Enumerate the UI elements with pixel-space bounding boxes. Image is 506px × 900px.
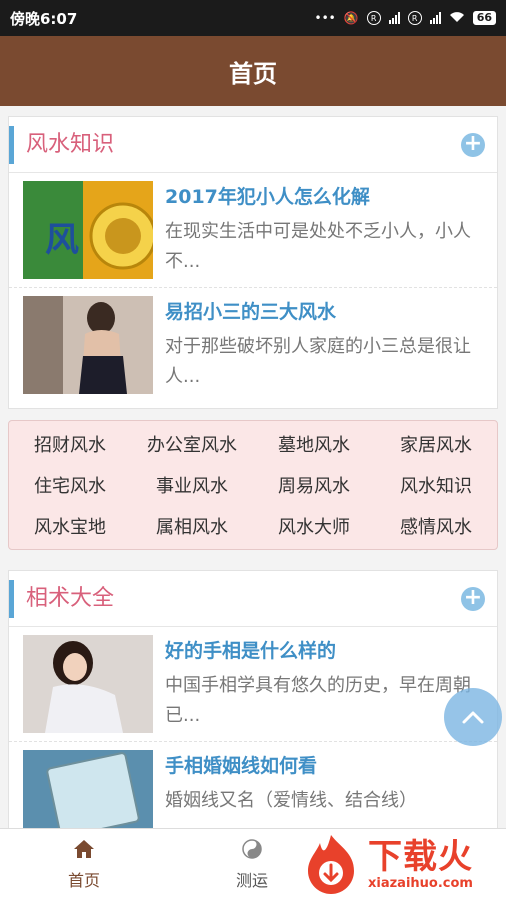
nav-home-label: 首页 [67, 870, 100, 890]
tag-link[interactable]: 招财风水 [9, 423, 131, 464]
fengshui-more-plus-icon[interactable]: + [461, 132, 485, 157]
fengshui-header: 风水知识 + [9, 117, 497, 173]
article-title[interactable]: 手相婚姻线如何看 [165, 752, 483, 780]
list-item[interactable]: 风 2017年犯小人怎么化解 在现实生活中可是处处不乏小人，小人不... [9, 173, 497, 287]
home-icon [74, 839, 94, 858]
watermark-brand: 下载火 [368, 836, 473, 877]
wifi-icon [449, 11, 465, 26]
article-desc: 婚姻线又名（爱情线、结合线） [165, 790, 417, 811]
article-thumbnail [23, 296, 153, 394]
xiangshu-title: 相术大全 [9, 579, 114, 618]
tag-link[interactable]: 风水宝地 [9, 506, 131, 547]
tag-link[interactable]: 住宅风水 [9, 464, 131, 505]
status-icons: ••• 🔕 R R 66 [314, 11, 496, 26]
sim1-icon: R [366, 11, 381, 25]
signal1-icon [388, 12, 400, 24]
sim2-icon: R [407, 11, 422, 25]
list-item[interactable]: 手相婚姻线如何看 婚姻线又名（爱情线、结合线） [9, 741, 497, 831]
status-bar: 傍晚6:07 ••• 🔕 R R 66 [0, 0, 506, 36]
status-time: 傍晚6:07 [10, 9, 78, 28]
tag-grid: 招财风水 办公室风水 墓地风水 家居风水 住宅风水 事业风水 周易风水 风水知识… [8, 420, 498, 550]
nav-fortune-label: 测运 [235, 870, 268, 890]
tag-link[interactable]: 家居风水 [375, 423, 497, 464]
article-desc: 对于那些破坏别人家庭的小三总是很让人... [165, 336, 471, 387]
article-desc: 在现实生活中可是处处不乏小人，小人不... [165, 221, 471, 272]
battery-icon: 66 [472, 11, 496, 25]
list-item[interactable]: 易招小三的三大风水 对于那些破坏别人家庭的小三总是很让人... [9, 287, 497, 401]
tag-link[interactable]: 周易风水 [253, 464, 375, 505]
svg-text:风: 风 [45, 220, 79, 260]
more-icon: ••• [314, 11, 336, 25]
tag-link[interactable]: 感情风水 [375, 506, 497, 547]
page-title: 首页 [229, 59, 277, 88]
signal2-icon [429, 12, 441, 24]
tag-link[interactable]: 风水知识 [375, 464, 497, 505]
xiangshu-section: 相术大全 + 好的手相是什么样的 中国手相学具有悠久的历史，早在周朝已... 手… [8, 570, 498, 832]
fengshui-section: 风水知识 + 风 2017年犯小人怎么化解 在现实生活中可是处处不乏小人，小人不… [8, 116, 498, 409]
article-thumbnail: 风 [23, 181, 153, 279]
xiangshu-header: 相术大全 + [9, 571, 497, 627]
chevron-up-icon [462, 711, 484, 724]
tag-link[interactable]: 事业风水 [131, 464, 253, 505]
flame-logo-icon [308, 835, 354, 894]
tag-link[interactable]: 办公室风水 [131, 423, 253, 464]
tag-link[interactable]: 属相风水 [131, 506, 253, 547]
article-desc: 中国手相学具有悠久的历史，早在周朝已... [165, 675, 471, 726]
article-title[interactable]: 好的手相是什么样的 [165, 637, 483, 665]
article-thumbnail [23, 635, 153, 733]
article-thumbnail [23, 750, 153, 831]
tag-link[interactable]: 风水大师 [253, 506, 375, 547]
watermark-logo: 下载火 xiazaihuo.com [300, 832, 506, 896]
app-bar: 首页 [0, 36, 506, 106]
mute-icon: 🔕 [343, 11, 359, 25]
nav-home[interactable]: 首页 [0, 829, 168, 900]
tag-link[interactable]: 墓地风水 [253, 423, 375, 464]
yin-yang-icon [242, 838, 262, 859]
xiangshu-more-plus-icon[interactable]: + [461, 586, 485, 611]
article-title[interactable]: 易招小三的三大风水 [165, 298, 483, 326]
list-item[interactable]: 好的手相是什么样的 中国手相学具有悠久的历史，早在周朝已... [9, 627, 497, 741]
article-title[interactable]: 2017年犯小人怎么化解 [165, 183, 483, 211]
scroll-top-button[interactable] [444, 688, 502, 746]
watermark-domain: xiazaihuo.com [368, 875, 473, 891]
fengshui-title: 风水知识 [9, 125, 114, 164]
